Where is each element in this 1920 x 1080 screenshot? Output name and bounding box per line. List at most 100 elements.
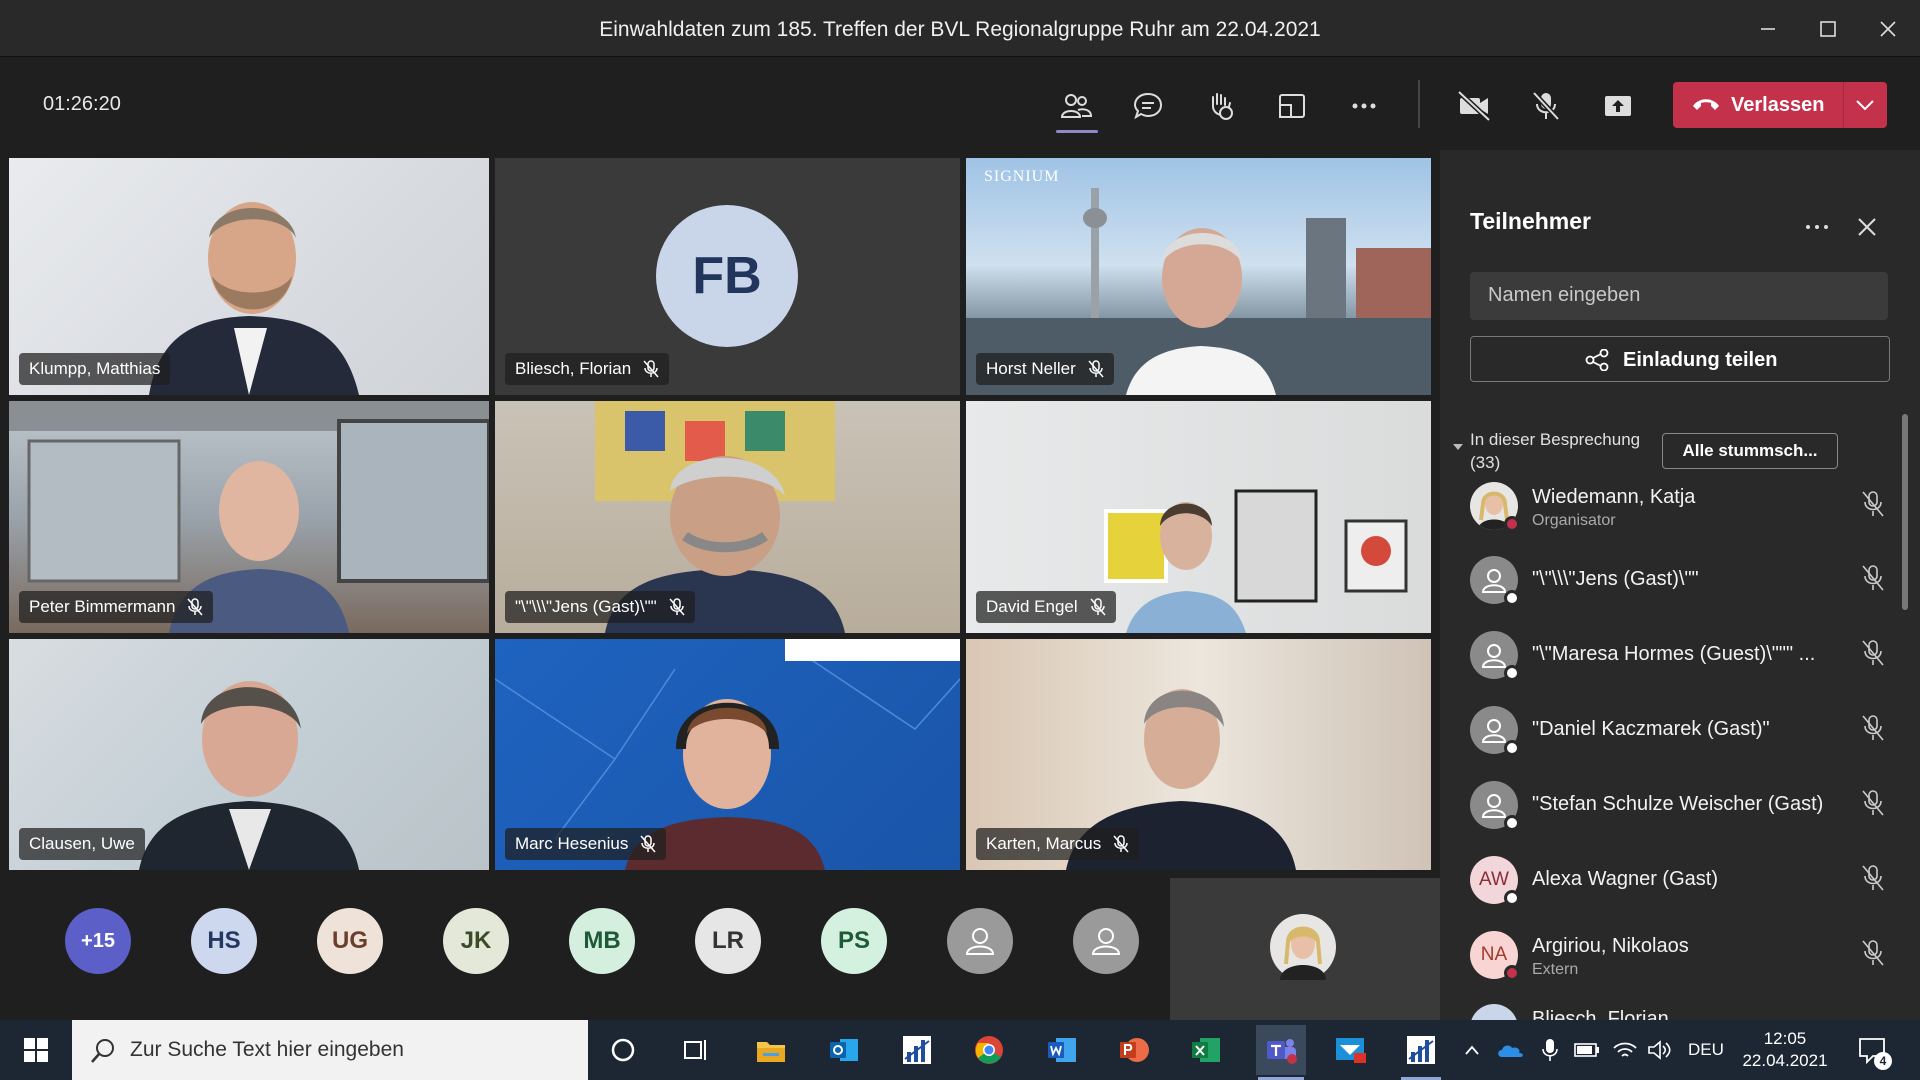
video-tile[interactable]: "\"\\\"Jens (Gast)\"" (495, 401, 960, 633)
video-tile[interactable]: FB Bliesch, Florian (495, 158, 960, 395)
participant-row[interactable]: NA Argiriou, Nikolaos Extern (1470, 931, 1890, 993)
mic-muted-icon[interactable] (1860, 490, 1886, 518)
video-tile[interactable]: Peter Bimmermann (9, 401, 489, 633)
avatar[interactable]: UG (317, 908, 383, 974)
microphone-muted-icon[interactable] (1522, 82, 1570, 130)
volume-icon[interactable] (1645, 1030, 1675, 1070)
tile-nameplate: Bliesch, Florian (505, 353, 670, 385)
teams-icon[interactable] (1256, 1025, 1306, 1075)
tile-nameplate: Marc Hesenius (505, 828, 667, 860)
more-options-icon[interactable] (1340, 82, 1388, 130)
chevron-up-icon[interactable] (1460, 1030, 1484, 1070)
mute-all-button[interactable]: Alle stummsch... (1662, 433, 1838, 469)
notifications-icon[interactable]: 4 (1852, 1030, 1892, 1070)
self-view[interactable] (1170, 878, 1440, 1020)
share-invite-button[interactable]: Einladung teilen (1470, 336, 1890, 382)
input-language[interactable]: DEU (1688, 1040, 1724, 1060)
system-clock[interactable]: 12:05 22.04.2021 (1740, 1028, 1830, 1072)
video-tile[interactable]: Karten, Marcus (966, 639, 1431, 870)
powerpoint-icon[interactable] (1114, 1030, 1154, 1070)
overflow-participants[interactable]: +15 (65, 908, 131, 974)
participant-row[interactable]: Wiedemann, Katja Organisator (1470, 482, 1890, 544)
panel-scrollbar[interactable] (1902, 414, 1908, 610)
more-options-icon[interactable] (1804, 214, 1830, 240)
close-panel-icon[interactable] (1854, 214, 1880, 240)
participants-panel: Teilnehmer Namen eingeben Einladung teil… (1440, 150, 1920, 1020)
presence-unknown-icon (1504, 740, 1520, 756)
microphone-icon[interactable] (1536, 1030, 1564, 1070)
onedrive-icon[interactable] (1496, 1030, 1524, 1070)
participant-search-input[interactable]: Namen eingeben (1470, 272, 1888, 320)
share-screen-icon[interactable] (1594, 82, 1642, 130)
participant-row[interactable]: "Stefan Schulze Weischer (Gast) (1470, 781, 1890, 843)
avatar[interactable]: HS (191, 908, 257, 974)
taskbar-search-input[interactable]: Zur Suche Text hier eingeben (72, 1020, 588, 1080)
cortana-icon[interactable] (603, 1030, 643, 1070)
tile-name: Klumpp, Matthias (29, 359, 161, 378)
video-tile[interactable]: Marc Hesenius (495, 639, 960, 870)
participant-row[interactable]: Bliesch, Florian (1470, 1004, 1890, 1020)
rooms-icon[interactable] (1268, 82, 1316, 130)
mic-muted-icon[interactable] (1860, 714, 1886, 742)
participants-icon[interactable] (1052, 82, 1100, 130)
video-tile[interactable]: SIGNIUM Horst Neller (966, 158, 1431, 395)
video-tile[interactable]: Clausen, Uwe (9, 639, 489, 870)
hang-up-icon (1693, 99, 1719, 110)
video-tile[interactable]: Klumpp, Matthias (9, 158, 489, 395)
task-view-icon[interactable] (675, 1030, 715, 1070)
participant-row[interactable]: AW Alexa Wagner (Gast) (1470, 856, 1890, 918)
leave-label: Verlassen (1731, 94, 1825, 116)
tile-nameplate: Peter Bimmermann (19, 591, 214, 623)
toolbar-separator (1418, 80, 1420, 128)
person-icon[interactable] (1073, 908, 1139, 974)
chevron-down-icon[interactable] (1855, 98, 1875, 112)
clock-date: 22.04.2021 (1742, 1051, 1828, 1070)
chrome-icon[interactable] (969, 1030, 1009, 1070)
file-explorer-icon[interactable] (751, 1030, 791, 1070)
wifi-icon[interactable] (1610, 1030, 1640, 1070)
maximize-icon[interactable] (1808, 10, 1848, 48)
close-icon[interactable] (1868, 10, 1908, 48)
participant-name: "\"Maresa Hormes (Guest)\""" ... (1532, 643, 1816, 665)
avatar[interactable]: MB (569, 908, 635, 974)
avatar[interactable]: JK (443, 908, 509, 974)
leave-button[interactable]: Verlassen (1673, 82, 1887, 128)
collapse-chevron-icon[interactable] (1452, 442, 1464, 452)
mic-muted-icon[interactable] (1860, 939, 1886, 967)
camera-off-icon[interactable] (1450, 82, 1498, 130)
mic-muted-icon[interactable] (1860, 864, 1886, 892)
taskbar-search-placeholder: Zur Suche Text hier eingeben (130, 1038, 404, 1061)
analytics-app-icon[interactable] (897, 1030, 937, 1070)
participant-row[interactable]: "\"\\\"Jens (Gast)\"" (1470, 556, 1890, 618)
participant-name: "\"\\\"Jens (Gast)\"" (1532, 568, 1699, 590)
windows-start-icon[interactable] (16, 1030, 56, 1070)
mic-muted-icon[interactable] (1860, 639, 1886, 667)
tile-name: Marc Hesenius (515, 834, 629, 853)
mic-muted-icon[interactable] (1860, 789, 1886, 817)
excel-icon[interactable] (1186, 1030, 1226, 1070)
participant-row[interactable]: "\"Maresa Hormes (Guest)\""" ... (1470, 631, 1890, 693)
presence-unknown-icon (1504, 665, 1520, 681)
battery-icon[interactable] (1572, 1030, 1602, 1070)
chat-icon[interactable] (1124, 82, 1172, 130)
word-icon[interactable] (1042, 1030, 1082, 1070)
mic-muted-icon[interactable] (1860, 564, 1886, 592)
video-tile[interactable]: David Engel (966, 401, 1431, 633)
avatar[interactable]: LR (695, 908, 761, 974)
call-timer: 01:26:20 (43, 93, 121, 115)
mic-muted-icon (643, 360, 659, 378)
person-icon[interactable] (947, 908, 1013, 974)
remote-app-icon[interactable] (1331, 1030, 1371, 1070)
mic-muted-icon (1113, 835, 1129, 853)
reactions-icon[interactable] (1196, 82, 1244, 130)
outlook-icon[interactable] (824, 1030, 864, 1070)
tile-name: David Engel (986, 597, 1078, 616)
presence-busy-icon (1504, 965, 1520, 981)
participant-name: "Daniel Kaczmarek (Gast)" (1532, 718, 1770, 740)
tile-name: Peter Bimmermann (29, 597, 176, 616)
participant-row[interactable]: "Daniel Kaczmarek (Gast)" (1470, 706, 1890, 768)
minimize-icon[interactable] (1748, 10, 1788, 48)
analytics-app-icon[interactable] (1401, 1030, 1441, 1070)
meeting-section-header[interactable]: In dieser Besprechung (33) (1470, 428, 1640, 474)
avatar[interactable]: PS (821, 908, 887, 974)
